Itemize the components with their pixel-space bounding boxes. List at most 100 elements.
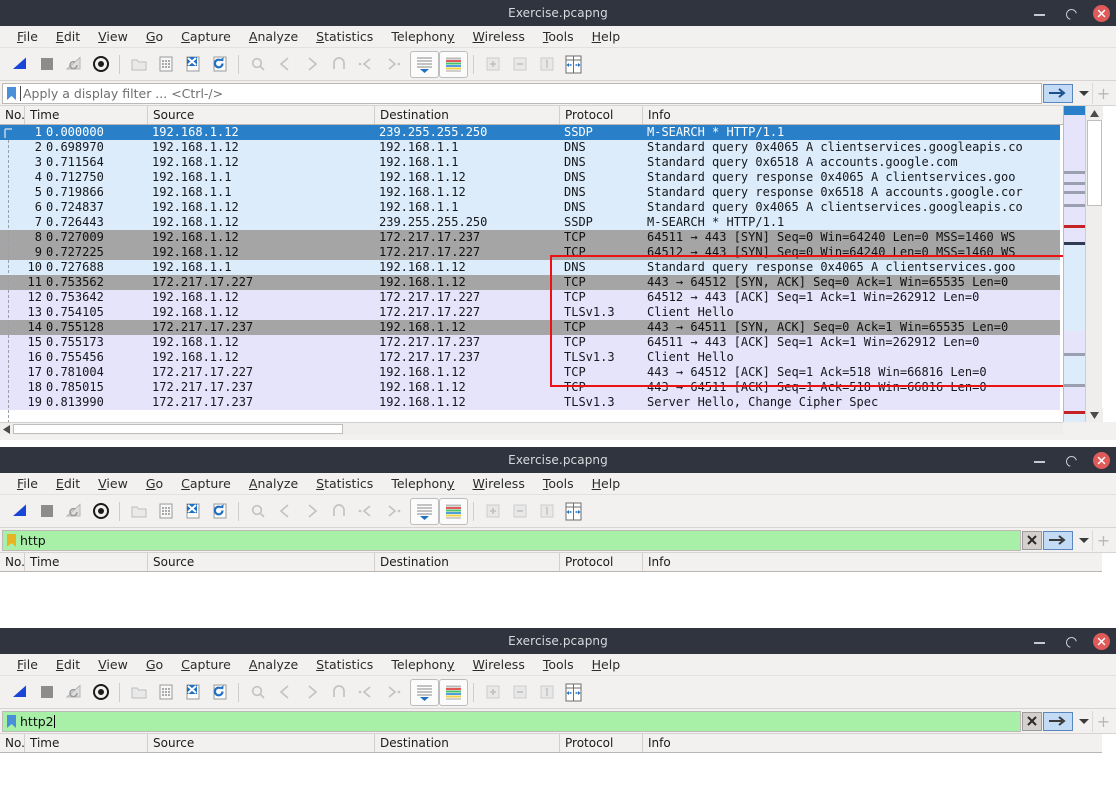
packet-list-vertical-scrollbar[interactable] — [1085, 106, 1103, 422]
column-header-time[interactable]: Time — [25, 553, 148, 571]
zoom-out-icon[interactable] — [506, 51, 533, 78]
go-last-packet-icon[interactable] — [379, 679, 406, 706]
zoom-out-icon[interactable] — [506, 679, 533, 706]
menu-help[interactable]: Help — [583, 654, 630, 676]
column-header-source[interactable]: Source — [148, 734, 375, 752]
close-file-icon[interactable] — [179, 498, 206, 525]
packet-rows[interactable] — [0, 572, 1116, 621]
menu-tools[interactable]: Tools — [534, 473, 583, 495]
table-row[interactable]: 16 0.755456 192.168.1.12 172.217.17.237 TLSv… — [0, 350, 1060, 365]
restart-capture-icon[interactable] — [60, 679, 87, 706]
apply-filter-button[interactable] — [1043, 711, 1073, 731]
auto-scroll-icon[interactable] — [410, 678, 439, 706]
column-header-info[interactable]: Info — [643, 734, 1102, 752]
find-packet-icon[interactable] — [244, 498, 271, 525]
zoom-in-icon[interactable] — [479, 679, 506, 706]
colorize-packets-icon[interactable] — [439, 678, 468, 706]
resize-columns-icon[interactable] — [560, 679, 587, 706]
reload-file-icon[interactable] — [206, 679, 233, 706]
apply-filter-button[interactable] — [1043, 530, 1073, 550]
column-header-destination[interactable]: Destination — [375, 553, 560, 571]
close-file-icon[interactable] — [179, 679, 206, 706]
go-forward-icon[interactable] — [298, 498, 325, 525]
table-row[interactable]: 9 0.727225 192.168.1.12 172.217.17.227 TCP 64… — [0, 245, 1060, 260]
maximize-icon[interactable] — [1062, 633, 1079, 650]
resize-columns-icon[interactable] — [560, 498, 587, 525]
apply-filter-button[interactable] — [1043, 83, 1073, 103]
colorize-packets-icon[interactable] — [439, 497, 468, 525]
go-back-icon[interactable] — [271, 51, 298, 78]
menu-wireless[interactable]: Wireless — [464, 26, 534, 48]
open-file-icon[interactable] — [125, 679, 152, 706]
go-last-packet-icon[interactable] — [379, 498, 406, 525]
go-back-icon[interactable] — [271, 679, 298, 706]
menu-telephony[interactable]: Telephony — [382, 654, 463, 676]
column-header-protocol[interactable]: Protocol — [560, 106, 643, 124]
table-row[interactable]: 2 0.698970 192.168.1.12 192.168.1.1 DNS Stand… — [0, 140, 1060, 155]
go-to-packet-icon[interactable] — [325, 679, 352, 706]
minimize-icon[interactable] — [1031, 5, 1048, 22]
table-row[interactable]: 8 0.727009 192.168.1.12 172.217.17.237 TCP 64… — [0, 230, 1060, 245]
table-row[interactable]: 3 0.711564 192.168.1.12 192.168.1.1 DNS Stand… — [0, 155, 1060, 170]
packet-map-scrollbar[interactable] — [1063, 106, 1085, 422]
column-header-no[interactable]: No. — [0, 734, 25, 752]
display-filter-input[interactable]: http — [2, 529, 1021, 551]
stop-capture-icon[interactable] — [33, 51, 60, 78]
menu-statistics[interactable]: Statistics — [307, 654, 382, 676]
table-row[interactable]: 17 0.781004 172.217.17.227 192.168.1.12 TCP 4… — [0, 365, 1060, 380]
column-header-source[interactable]: Source — [148, 106, 375, 124]
table-row[interactable]: 1 0.000000 192.168.1.12 239.255.255.250 SSDP… — [0, 125, 1060, 140]
table-row[interactable]: 18 0.785015 172.217.17.237 192.168.1.12 TCP 4… — [0, 380, 1060, 395]
go-to-packet-icon[interactable] — [325, 51, 352, 78]
column-header-no[interactable]: No. — [0, 106, 25, 124]
zoom-in-icon[interactable] — [479, 51, 506, 78]
table-row[interactable]: 4 0.712750 192.168.1.1 192.168.1.12 DNS Stand… — [0, 170, 1060, 185]
menu-telephony[interactable]: Telephony — [382, 26, 463, 48]
add-filter-button-icon[interactable]: + — [1092, 529, 1114, 551]
table-row[interactable]: 10 0.727688 192.168.1.1 192.168.1.12 DNS Stan… — [0, 260, 1060, 275]
menu-view[interactable]: View — [89, 26, 137, 48]
normal-size-icon[interactable] — [533, 51, 560, 78]
bookmark-icon[interactable] — [6, 533, 17, 548]
scroll-left-arrow-icon[interactable] — [0, 423, 13, 435]
scroll-up-arrow-icon[interactable] — [1086, 106, 1103, 120]
menu-go[interactable]: Go — [137, 473, 172, 495]
go-forward-icon[interactable] — [298, 679, 325, 706]
table-row[interactable]: 11 0.753562 172.217.17.227 192.168.1.12 TCP 4… — [0, 275, 1060, 290]
stop-capture-icon[interactable] — [33, 498, 60, 525]
normal-size-icon[interactable] — [533, 498, 560, 525]
menu-telephony[interactable]: Telephony — [382, 473, 463, 495]
column-header-time[interactable]: Time — [25, 734, 148, 752]
menu-tools[interactable]: Tools — [534, 654, 583, 676]
horizontal-scrollbar-thumb[interactable] — [13, 424, 343, 434]
find-packet-icon[interactable] — [244, 51, 271, 78]
column-header-time[interactable]: Time — [25, 106, 148, 124]
close-file-icon[interactable] — [179, 51, 206, 78]
column-header-destination[interactable]: Destination — [375, 106, 560, 124]
go-first-packet-icon[interactable] — [352, 51, 379, 78]
packet-list-horizontal-scrollbar[interactable] — [0, 422, 1063, 435]
go-forward-icon[interactable] — [298, 51, 325, 78]
column-header-destination[interactable]: Destination — [375, 734, 560, 752]
vertical-scrollbar-thumb[interactable] — [1087, 120, 1102, 206]
menu-view[interactable]: View — [89, 654, 137, 676]
start-capture-icon[interactable] — [6, 51, 33, 78]
clear-filter-button[interactable] — [1022, 530, 1042, 550]
table-row[interactable]: 14 0.755128 172.217.17.237 192.168.1.12 TCP 4… — [0, 320, 1060, 335]
capture-options-icon[interactable] — [87, 679, 114, 706]
add-filter-button-icon[interactable]: + — [1092, 710, 1114, 732]
maximize-icon[interactable] — [1062, 452, 1079, 469]
menu-tools[interactable]: Tools — [534, 26, 583, 48]
maximize-icon[interactable] — [1062, 5, 1079, 22]
table-row[interactable]: 12 0.753642 192.168.1.12 172.217.17.227 TCP 6… — [0, 290, 1060, 305]
packet-rows[interactable]: 1 0.000000 192.168.1.12 239.255.255.250 SSDP… — [0, 125, 1060, 422]
restart-capture-icon[interactable] — [60, 498, 87, 525]
menu-file[interactable]: File — [8, 26, 47, 48]
save-file-icon[interactable] — [152, 679, 179, 706]
menu-capture[interactable]: Capture — [172, 26, 240, 48]
go-first-packet-icon[interactable] — [352, 498, 379, 525]
scroll-down-arrow-icon[interactable] — [1086, 408, 1103, 422]
column-header-protocol[interactable]: Protocol — [560, 553, 643, 571]
go-first-packet-icon[interactable] — [352, 679, 379, 706]
bookmark-icon[interactable] — [6, 714, 17, 729]
